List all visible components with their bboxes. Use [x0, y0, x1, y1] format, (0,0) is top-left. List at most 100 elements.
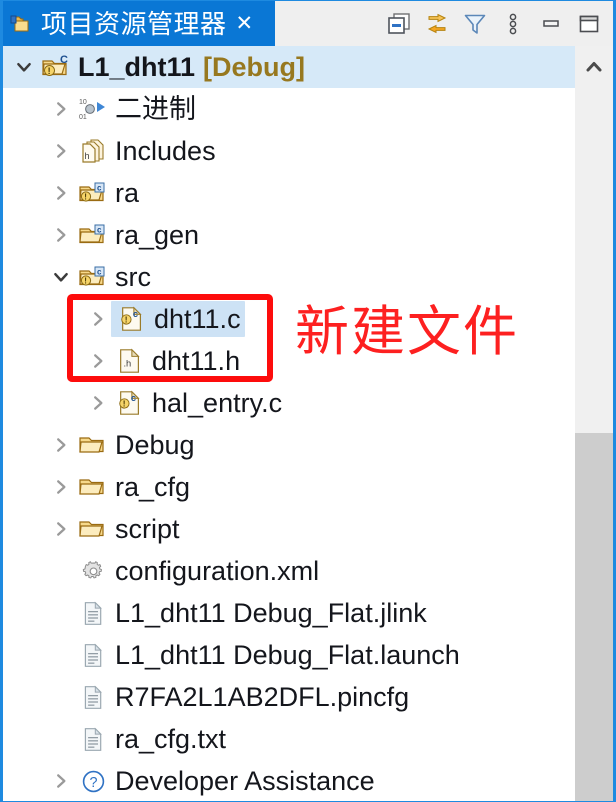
tree-item-label: R7FA2L1AB2DFL.pincfg [115, 682, 410, 712]
tree-item-includes[interactable]: h Includes [3, 130, 575, 172]
chevron-down-icon[interactable] [48, 264, 74, 290]
maximize-icon[interactable] [577, 12, 601, 36]
tree-item-jlink-file[interactable]: L1_dht11 Debug_Flat.jlink [3, 592, 575, 634]
source-folder-icon: c [78, 220, 108, 250]
svg-text:c: c [131, 393, 136, 403]
tree-item-label: L1_dht11 Debug_Flat.launch [115, 640, 460, 670]
svg-text:!: ! [123, 399, 126, 409]
tree-item-script[interactable]: script [3, 508, 575, 550]
tree-item-label: src [115, 262, 151, 292]
svg-text:?: ? [89, 774, 97, 790]
chevron-right-icon[interactable] [48, 474, 74, 500]
binaries-icon: 10 01 [78, 94, 108, 124]
svg-text:c: c [133, 309, 138, 319]
vertical-scrollbar[interactable] [575, 46, 613, 801]
minimize-icon[interactable] [539, 12, 563, 36]
twisty-placeholder [48, 558, 74, 584]
folder-icon [78, 472, 108, 502]
svg-text:.h: .h [123, 359, 131, 369]
svg-text:c: c [97, 226, 102, 235]
tree-item-label: L1_dht11 Debug_Flat.jlink [115, 598, 427, 628]
chevron-down-icon[interactable] [11, 54, 37, 80]
twisty-placeholder [48, 600, 74, 626]
svg-text:!: ! [48, 66, 51, 76]
svg-text:!: ! [84, 193, 87, 202]
chevron-right-icon[interactable] [85, 348, 111, 374]
svg-text:!: ! [125, 315, 128, 325]
tree-item-launch-file[interactable]: L1_dht11 Debug_Flat.launch [3, 634, 575, 676]
project-tree[interactable]: C ! L1_dht11 [Debug] 10 01 二进制 h Include… [3, 46, 575, 801]
chevron-right-icon[interactable] [48, 768, 74, 794]
tree-item-ra-gen[interactable]: c ra_gen [3, 214, 575, 256]
twisty-placeholder [48, 684, 74, 710]
c-project-icon: C ! [41, 52, 71, 82]
tree-item-debug[interactable]: Debug [3, 424, 575, 466]
tree-item-label: configuration.xml [115, 556, 320, 586]
chevron-right-icon[interactable] [48, 432, 74, 458]
selected-file-highlight[interactable]: c ! dht11.c [111, 301, 245, 337]
tree-item-developer-assistance[interactable]: ? Developer Assistance [3, 760, 575, 801]
tree-item-pincfg-file[interactable]: R7FA2L1AB2DFL.pincfg [3, 676, 575, 718]
tree-item-label: script [115, 514, 180, 544]
document-icon [78, 724, 108, 754]
document-icon [78, 682, 108, 712]
tree-item-label: Debug [115, 430, 195, 460]
document-icon [78, 640, 108, 670]
c-source-file-icon: c ! [115, 388, 145, 418]
svg-text:10: 10 [79, 99, 87, 106]
tree-item-label: Developer Assistance [115, 766, 375, 796]
chevron-right-icon[interactable] [48, 516, 74, 542]
includes-icon: h [78, 136, 108, 166]
scroll-up-icon[interactable] [575, 46, 613, 88]
tree-item-label: L1_dht11 [78, 52, 196, 82]
tree-item-ra[interactable]: c ! ra [3, 172, 575, 214]
folder-icon [78, 514, 108, 544]
chevron-right-icon[interactable] [48, 180, 74, 206]
link-with-editor-icon[interactable] [425, 12, 449, 36]
document-icon [78, 598, 108, 628]
folder-icon [78, 430, 108, 460]
svg-text:h: h [85, 151, 90, 161]
tree-item-label: dht11.h [152, 346, 241, 376]
tree-item-label: ra [115, 178, 140, 208]
gear-icon [78, 556, 108, 586]
c-source-file-icon: c ! [117, 304, 147, 334]
view-menu-icon[interactable] [501, 12, 525, 36]
tree-item-binaries[interactable]: 10 01 二进制 [3, 88, 575, 130]
tree-item-configuration-xml[interactable]: configuration.xml [3, 550, 575, 592]
twisty-placeholder [48, 726, 74, 752]
tree-item-label: Includes [115, 136, 216, 166]
tree-item-label: ra_cfg [115, 472, 191, 502]
tree-item-src[interactable]: c ! src [3, 256, 575, 298]
source-folder-icon: c ! [78, 178, 108, 208]
tree-item-label: ra_gen [115, 220, 200, 250]
tree-item-project[interactable]: C ! L1_dht11 [Debug] [3, 46, 575, 88]
tree-item-label: 二进制 [115, 94, 196, 124]
help-icon: ? [78, 766, 108, 796]
chevron-right-icon[interactable] [85, 390, 111, 416]
svg-text:01: 01 [79, 114, 87, 121]
chevron-right-icon[interactable] [48, 138, 74, 164]
filter-icon[interactable] [463, 12, 487, 36]
tree-item-label: ra_cfg.txt [115, 724, 227, 754]
scrollbar-thumb[interactable] [575, 433, 613, 801]
tree-item-label: hal_entry.c [152, 388, 283, 418]
tree-item-hal-entry-c[interactable]: c ! hal_entry.c [3, 382, 575, 424]
svg-text:C: C [60, 54, 68, 66]
tree-item-ra-cfg[interactable]: ra_cfg [3, 466, 575, 508]
chevron-right-icon[interactable] [85, 306, 111, 332]
close-icon[interactable]: ✕ [236, 13, 254, 34]
tree-item-ra-cfg-txt[interactable]: ra_cfg.txt [3, 718, 575, 760]
svg-text:c: c [97, 268, 102, 277]
project-explorer-icon [10, 12, 34, 36]
chevron-right-icon[interactable] [48, 96, 74, 122]
h-header-file-icon: .h [115, 346, 145, 376]
annotation-text: 新建文件 [295, 300, 519, 363]
tab-project-explorer[interactable]: 项目资源管理器 ✕ [3, 1, 275, 46]
tree-item-label: dht11.c [154, 304, 241, 334]
collapse-all-icon[interactable] [387, 12, 411, 36]
chevron-right-icon[interactable] [48, 222, 74, 248]
svg-text:c: c [97, 184, 102, 193]
twisty-placeholder [48, 642, 74, 668]
source-folder-icon: c ! [78, 262, 108, 292]
